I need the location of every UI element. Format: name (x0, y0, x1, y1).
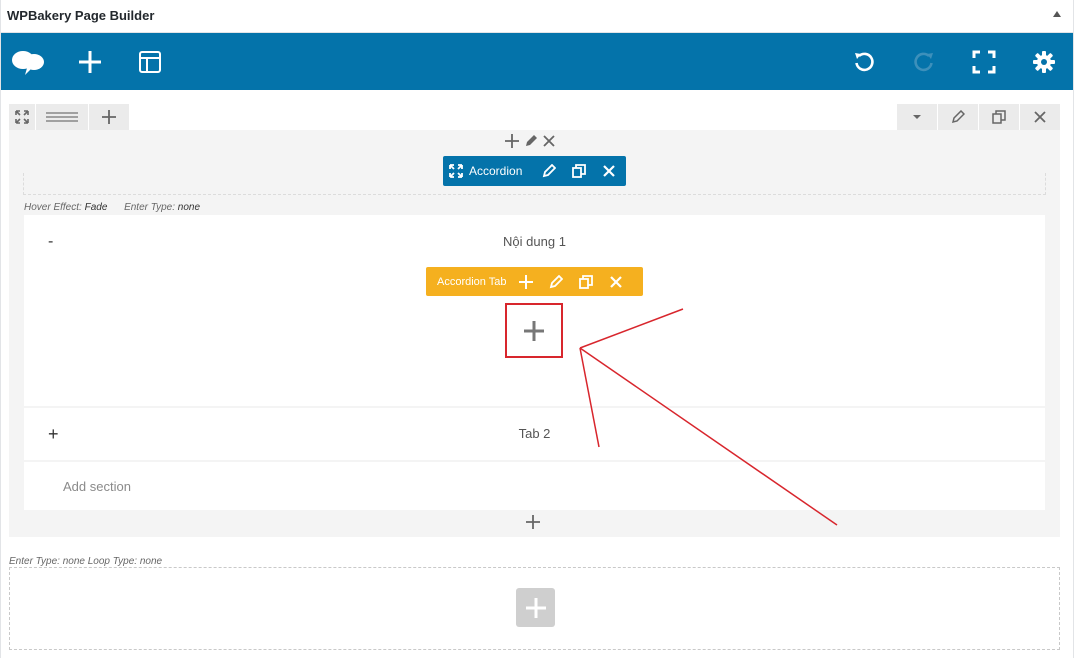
lower-row-meta: Enter Type: none Loop Type: none (9, 556, 163, 567)
row-layout-icon (46, 112, 78, 122)
section-title[interactable]: Tab 2 (24, 426, 1045, 441)
pencil-icon[interactable] (524, 134, 538, 148)
row-toggle-button[interactable] (897, 104, 937, 130)
row-add-column-button[interactable] (89, 104, 129, 130)
accordion-tab-edit-button[interactable] (541, 267, 571, 297)
add-section-link[interactable]: Add section (63, 479, 131, 494)
row-body: Accordion Hover Effect: Fade Enter Type:… (9, 130, 1060, 537)
plus-icon (102, 110, 116, 124)
lower-row-dropzone (9, 567, 1060, 650)
clone-icon (578, 274, 593, 289)
hover-effect-value: Fade (84, 202, 108, 213)
page-builder-panel: WPBakery Page Builder Accordion Hover Ef… (0, 0, 1074, 658)
settings-button[interactable] (1022, 33, 1066, 90)
caret-down-icon (913, 115, 921, 119)
redo-icon (914, 52, 933, 71)
plus-icon (79, 50, 101, 73)
close-icon (1034, 111, 1046, 123)
accordion-section-2: + Tab 2 (24, 408, 1045, 460)
hover-effect-key: Hover Effect: (24, 202, 82, 213)
plus-icon (526, 515, 540, 529)
lower-add-element-button[interactable] (516, 588, 555, 627)
accordion-tab-clone-button[interactable] (571, 267, 601, 297)
fullscreen-icon (972, 50, 996, 73)
plus-icon (525, 597, 546, 618)
row-controls-left (9, 104, 130, 130)
plus-icon[interactable] (504, 133, 520, 149)
pencil-icon (543, 164, 557, 178)
panel-title: WPBakery Page Builder (7, 8, 155, 23)
accordion-meta: Hover Effect: Fade Enter Type: none (24, 202, 200, 213)
plus-icon (518, 274, 533, 289)
plus-icon (524, 320, 544, 341)
accordion-edit-button[interactable] (534, 156, 564, 186)
add-section-row[interactable]: Add section (24, 462, 1045, 510)
move-icon[interactable] (449, 164, 463, 178)
layout-icon (139, 50, 161, 73)
clone-icon (572, 164, 587, 178)
templates-button[interactable] (128, 33, 172, 90)
panel-header: WPBakery Page Builder (1, 0, 1073, 33)
builder-toolbar (1, 33, 1073, 90)
accordion-section-1: - Nội dung 1 Accordion Tab (24, 215, 1045, 406)
row-layout-button[interactable] (36, 104, 88, 130)
row-clone-button[interactable] (979, 104, 1019, 130)
add-element-in-tab-button[interactable] (505, 303, 563, 358)
enter-type-key: Enter Type: (124, 202, 176, 213)
add-element-button[interactable] (68, 33, 112, 90)
collapse-arrow-icon[interactable] (1053, 11, 1061, 17)
row-move-button[interactable] (9, 104, 35, 130)
row-container: Accordion Hover Effect: Fade Enter Type:… (9, 104, 1060, 537)
accordion-tab-controls: Accordion Tab (426, 267, 643, 296)
move-icon (15, 110, 29, 124)
gear-icon (1033, 50, 1055, 73)
close-icon[interactable] (542, 134, 556, 148)
undo-icon (855, 52, 874, 71)
accordion-delete-button[interactable] (594, 156, 624, 186)
row-delete-button[interactable] (1020, 104, 1060, 130)
section-title[interactable]: Nội dung 1 (24, 234, 1045, 249)
row-edit-button[interactable] (938, 104, 978, 130)
row-controls-right (896, 104, 1060, 130)
pencil-icon (951, 110, 965, 124)
cloud-logo-icon[interactable] (6, 33, 50, 90)
enter-type-value: none (177, 202, 201, 213)
accordion-tab-label: Accordion Tab (437, 275, 507, 288)
redo-button[interactable] (902, 33, 946, 90)
accordion-tab-add-button[interactable] (511, 267, 541, 297)
close-icon (609, 275, 622, 288)
close-icon (603, 165, 616, 177)
undo-button[interactable] (842, 33, 886, 90)
accordion-clone-button[interactable] (564, 156, 594, 186)
fullscreen-button[interactable] (962, 33, 1006, 90)
column-controls (504, 133, 556, 149)
pencil-icon (549, 274, 563, 288)
add-element-below-button[interactable] (525, 514, 541, 535)
accordion-label: Accordion (469, 164, 523, 178)
accordion-tab-delete-button[interactable] (601, 267, 631, 297)
clone-icon (992, 110, 1006, 124)
accordion-controls: Accordion (443, 156, 626, 186)
